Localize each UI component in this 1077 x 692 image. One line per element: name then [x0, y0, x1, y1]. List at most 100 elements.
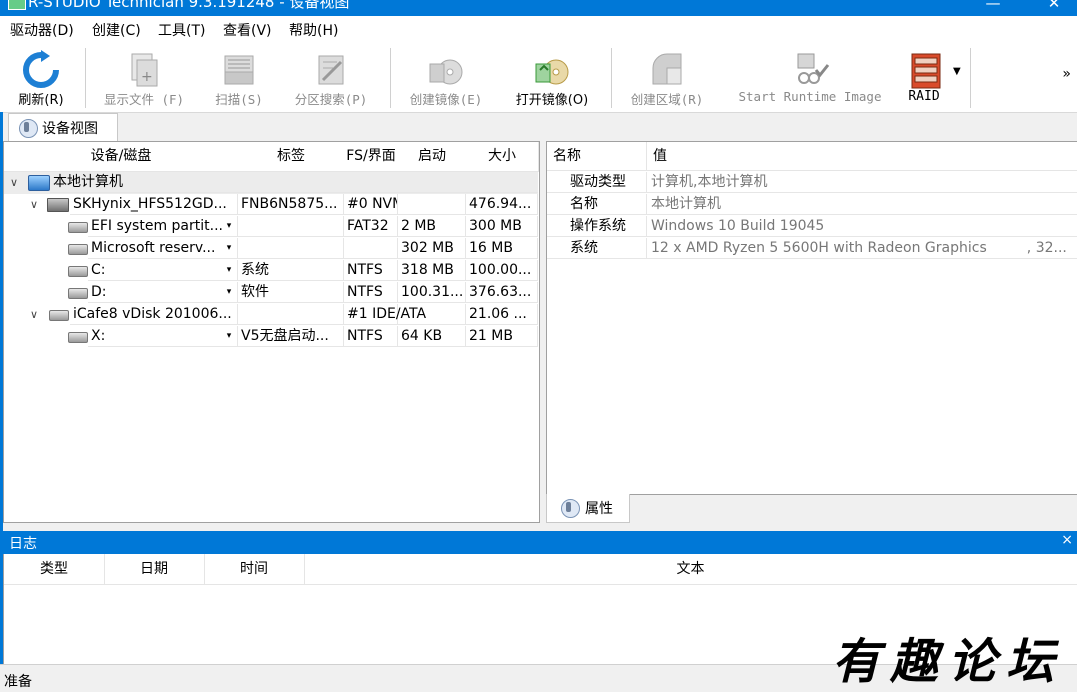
device-name: C:	[88, 260, 238, 281]
property-row[interactable]: 操作系统 Windows 10 Build 19045	[547, 216, 1077, 238]
device-fs	[344, 238, 398, 259]
dropdown-icon[interactable]: ▾	[224, 238, 234, 259]
partition-search-label: 分区搜索(P)	[294, 92, 368, 107]
property-key: 名称	[547, 194, 647, 215]
dropdown-icon[interactable]: ▾	[224, 282, 234, 303]
status-text: 准备	[4, 674, 32, 690]
device-label: 软件	[238, 282, 344, 303]
log-column-time[interactable]: 时间	[204, 554, 305, 585]
close-window-button[interactable]: ✕	[1031, 0, 1077, 16]
log-column-type[interactable]: 类型	[4, 554, 105, 585]
column-header-fs[interactable]: FS/界面	[344, 142, 399, 172]
create-region-label: 创建区域(R)	[630, 92, 704, 107]
toolbar: 刷新(R) + 显示文件 (F) 扫描(S) 分区搜索(P) 创建镜像(E) 打…	[0, 44, 1077, 113]
create-image-icon	[429, 59, 463, 85]
expander-icon[interactable]: ∨	[28, 194, 40, 215]
title-bar: R-STUDIO Technician 9.3.191248 - 设备视图 — …	[0, 0, 1077, 16]
raid-label: RAID	[908, 89, 940, 104]
device-label	[238, 216, 344, 237]
toolbar-divider	[970, 48, 971, 108]
menu-help[interactable]: 帮助(H)	[289, 20, 338, 40]
tree-row-disk[interactable]: ∨ iCafe8 vDisk 201006... #1 IDE/ATA 21.0…	[4, 304, 538, 326]
svg-text:+: +	[141, 69, 153, 85]
column-header-value[interactable]: 值	[647, 142, 1077, 171]
create-image-label: 创建镜像(E)	[409, 92, 483, 107]
menu-view[interactable]: 查看(V)	[223, 20, 272, 40]
partition-search-button[interactable]: 分区搜索(P)	[282, 44, 380, 112]
device-fs: #1 IDE/ATA	[344, 304, 426, 325]
info-icon	[561, 499, 580, 518]
column-header-label[interactable]: 标签	[238, 142, 345, 172]
property-value: 本地计算机	[647, 194, 1077, 215]
device-name: SKHynix_HFS512GD...	[70, 194, 238, 215]
tree-row-partition[interactable]: X: ▾ V5无盘启动... NTFS 64 KB 21 MB	[4, 326, 538, 348]
tab-properties-label: 属性	[585, 501, 613, 517]
partition-icon	[68, 244, 88, 255]
start-runtime-image-label: Start Runtime Image	[738, 89, 882, 104]
tab-properties[interactable]: 属性	[546, 494, 630, 523]
tree-row-local-computer[interactable]: ∨ 本地计算机	[4, 172, 538, 194]
tab-device-view[interactable]: 设备视图	[8, 113, 118, 142]
virtual-disk-icon	[49, 310, 69, 321]
column-header-start[interactable]: 启动	[398, 142, 467, 172]
column-header-size[interactable]: 大小	[466, 142, 539, 172]
tree-row-disk[interactable]: ∨ SKHynix_HFS512GD... FNB6N5875... #0 NV…	[4, 194, 538, 216]
raid-dropdown-icon[interactable]: ▼	[953, 66, 961, 77]
dropdown-icon[interactable]: ▾	[224, 326, 234, 347]
property-row[interactable]: 驱动类型 计算机,本地计算机	[547, 172, 1077, 194]
device-name: 本地计算机	[50, 172, 538, 193]
tree-row-partition[interactable]: EFI system partit... ▾ FAT32 2 MB 300 MB	[4, 216, 538, 238]
start-runtime-image-button[interactable]: Start Runtime Image	[728, 44, 892, 112]
log-column-date[interactable]: 日期	[104, 554, 205, 585]
device-start	[398, 194, 466, 215]
property-value: Windows 10 Build 19045	[647, 216, 1077, 237]
column-header-device[interactable]: 设备/磁盘	[4, 142, 239, 172]
device-fs: NTFS	[344, 260, 398, 281]
menu-create[interactable]: 创建(C)	[92, 20, 141, 40]
tree-row-partition[interactable]: D: ▾ 软件 NTFS 100.31... 376.63...	[4, 282, 538, 304]
device-fs: NTFS	[344, 326, 398, 347]
runtime-image-icon	[797, 53, 830, 84]
expander-icon[interactable]: ∨	[28, 304, 40, 325]
device-start: 100.31...	[398, 282, 466, 303]
device-size: 376.63...	[466, 282, 538, 303]
tree-row-partition[interactable]: Microsoft reserv... ▾ 302 MB 16 MB	[4, 238, 538, 260]
tree-row-partition[interactable]: C: ▾ 系统 NTFS 318 MB 100.00...	[4, 260, 538, 282]
dropdown-icon[interactable]: ▾	[224, 216, 234, 237]
dropdown-icon[interactable]: ▾	[224, 260, 234, 281]
menu-tools[interactable]: 工具(T)	[158, 20, 205, 40]
column-header-name[interactable]: 名称	[547, 142, 647, 171]
open-image-button[interactable]: 打开镜像(O)	[506, 44, 598, 112]
window-title: R-STUDIO Technician 9.3.191248 - 设备视图	[28, 0, 350, 11]
tab-device-view-label: 设备视图	[42, 121, 98, 137]
property-row[interactable]: 系统 12 x AMD Ryzen 5 5600H with Radeon Gr…	[547, 238, 1077, 260]
device-name: X:	[88, 326, 238, 347]
raid-button[interactable]: RAID	[900, 44, 948, 112]
show-files-button[interactable]: + 显示文件 (F)	[92, 44, 196, 112]
property-row[interactable]: 名称 本地计算机	[547, 194, 1077, 216]
toolbar-overflow-icon[interactable]: »	[1062, 66, 1071, 82]
device-label: 系统	[238, 260, 344, 281]
open-image-label: 打开镜像(O)	[515, 93, 589, 108]
property-value: 计算机,本地计算机	[647, 172, 1077, 193]
device-label	[238, 238, 344, 259]
partition-icon	[68, 266, 88, 277]
properties-panel: 名称 值 驱动类型 计算机,本地计算机 名称 本地计算机 操作系统 Window…	[546, 141, 1077, 495]
menu-drives[interactable]: 驱动器(D)	[10, 20, 74, 40]
create-image-button[interactable]: 创建镜像(E)	[396, 44, 496, 112]
device-name: Microsoft reserv...	[88, 238, 238, 259]
minimize-button[interactable]: —	[970, 0, 1016, 16]
expander-icon[interactable]: ∨	[8, 172, 20, 193]
create-region-button[interactable]: 创建区域(R)	[618, 44, 716, 112]
refresh-icon	[23, 50, 59, 88]
scan-button[interactable]: 扫描(S)	[206, 44, 272, 112]
partition-icon	[68, 222, 88, 233]
refresh-button[interactable]: 刷新(R)	[6, 44, 76, 112]
close-log-icon[interactable]: ×	[1061, 532, 1073, 548]
open-image-icon	[535, 59, 569, 85]
show-files-label: 显示文件 (F)	[103, 92, 185, 107]
partition-icon	[68, 288, 88, 299]
device-fs: NTFS	[344, 282, 398, 303]
watermark: 有趣论坛	[832, 634, 1065, 690]
log-column-text[interactable]: 文本	[304, 554, 1077, 585]
